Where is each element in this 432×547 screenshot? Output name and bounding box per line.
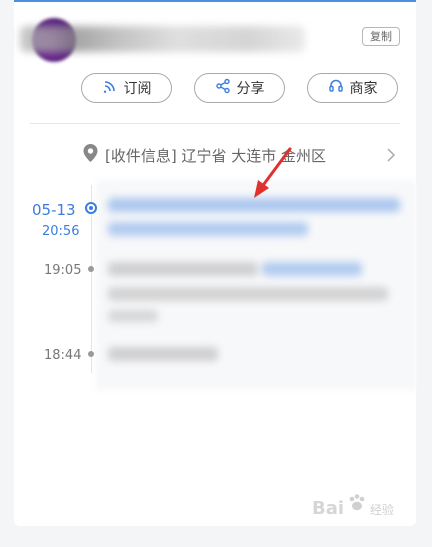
blurred-tracking-number <box>20 26 305 52</box>
timeline-dot-active <box>85 202 97 214</box>
blurred-event-text <box>108 262 258 276</box>
blurred-event-text <box>108 347 218 361</box>
blurred-event-text <box>262 262 362 276</box>
rss-icon <box>102 78 118 98</box>
event-date: 05-13 <box>32 201 76 219</box>
subscribe-label: 订阅 <box>123 81 152 97</box>
divider <box>30 123 400 124</box>
event-time: 19:05 <box>44 263 82 278</box>
blurred-event-text <box>108 222 308 236</box>
subscribe-button[interactable]: 订阅 <box>81 73 172 103</box>
paw-icon <box>346 492 368 519</box>
watermark-brand: Bai <box>312 498 345 519</box>
event-time: 20:56 <box>42 224 80 239</box>
timeline-dot <box>88 266 94 272</box>
chevron-right-icon[interactable] <box>384 146 398 164</box>
share-icon <box>215 78 231 98</box>
event-time: 18:44 <box>44 348 82 363</box>
annotation-arrow <box>254 147 292 198</box>
share-label: 分享 <box>236 81 265 97</box>
baidu-watermark: Bai 经验 <box>312 492 394 519</box>
watermark-sub: 经验 <box>370 503 395 517</box>
merchant-label: 商家 <box>349 81 378 97</box>
merchant-button[interactable]: 商家 <box>307 73 398 103</box>
blurred-event-text <box>108 287 388 301</box>
location-pin-icon <box>82 143 99 167</box>
headset-icon <box>328 78 344 98</box>
timeline-dot <box>88 351 94 357</box>
share-button[interactable]: 分享 <box>194 73 285 103</box>
copy-button[interactable]: 复制 <box>362 27 400 46</box>
blurred-event-text <box>108 310 158 322</box>
